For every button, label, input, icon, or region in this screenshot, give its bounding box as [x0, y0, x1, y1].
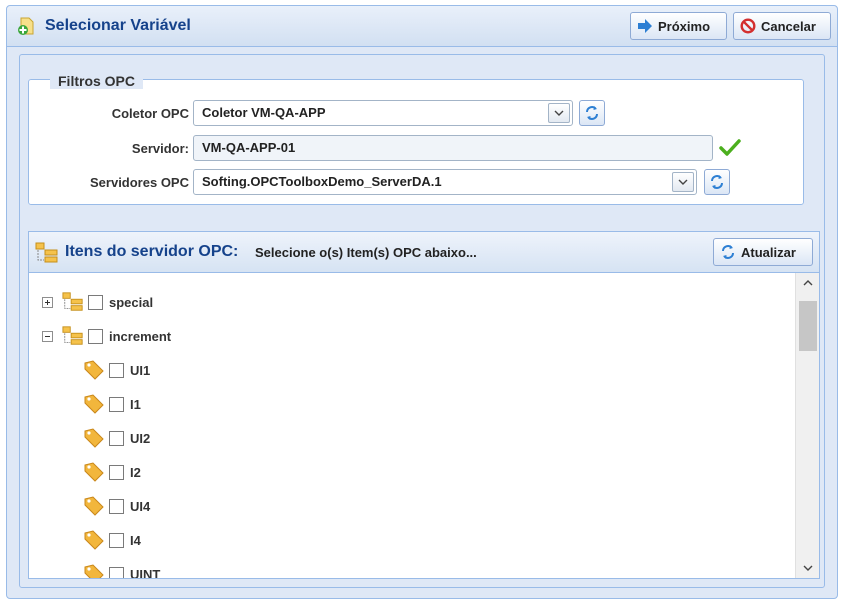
item-checkbox[interactable] — [88, 294, 103, 310]
next-button[interactable]: Próximo — [630, 12, 727, 40]
tree-item-row[interactable]: UI2 — [83, 423, 150, 453]
collector-combo[interactable]: Coletor VM-QA-APP — [193, 100, 573, 126]
opc-servers-value: Softing.OPCToolboxDemo_ServerDA.1 — [202, 174, 442, 189]
tag-icon — [84, 564, 104, 578]
opc-servers-combo[interactable]: Softing.OPCToolboxDemo_ServerDA.1 — [193, 169, 697, 195]
item-checkbox[interactable] — [109, 430, 124, 446]
tree-item-row[interactable]: I2 — [83, 457, 141, 487]
refresh-items-button[interactable]: Atualizar — [713, 238, 813, 266]
collector-label: Coletor OPC — [111, 106, 189, 121]
checkmark-icon — [719, 139, 741, 156]
item-checkbox[interactable] — [109, 396, 124, 412]
opc-servers-label: Servidores OPC — [90, 175, 189, 190]
refresh-icon — [586, 106, 598, 120]
filters-legend: Filtros OPC — [50, 73, 144, 89]
collector-dropdown-trigger[interactable] — [548, 103, 570, 123]
add-variable-icon — [18, 17, 34, 35]
chevron-down-icon — [554, 110, 564, 116]
item-checkbox[interactable] — [109, 566, 124, 578]
folder-tree-icon — [62, 292, 83, 311]
opc-items-panel-header: Itens do servidor OPC: Selecione o(s) It… — [29, 232, 819, 273]
collapse-icon[interactable] — [42, 330, 53, 342]
server-value: VM-QA-APP-01 — [202, 140, 296, 155]
collector-refresh-button[interactable] — [579, 100, 605, 126]
opc-filters-fieldset: Coletor OPC Coletor VM-QA-APP Servidor: … — [28, 79, 804, 205]
chevron-down-icon — [803, 565, 813, 571]
item-checkbox[interactable] — [109, 498, 124, 514]
opc-servers-refresh-button[interactable] — [704, 169, 730, 195]
scroll-up-button[interactable] — [796, 273, 820, 293]
refresh-items-label: Atualizar — [741, 244, 796, 260]
opc-items-title: Itens do servidor OPC: — [65, 243, 239, 260]
tree-item-label: UINT — [130, 566, 161, 579]
select-variable-window: Selecionar Variável Próximo Cancelar Col… — [6, 5, 838, 599]
tree-item-row[interactable]: UINT — [83, 559, 160, 578]
item-checkbox[interactable] — [109, 532, 124, 548]
arrow-right-icon — [638, 19, 652, 33]
tag-icon — [84, 360, 104, 380]
tree-item-label: UI4 — [130, 498, 151, 514]
scroll-down-button[interactable] — [796, 558, 820, 578]
cancel-button[interactable]: Cancelar — [733, 12, 831, 40]
item-checkbox[interactable] — [109, 362, 124, 378]
dialog-content: Coletor OPC Coletor VM-QA-APP Servidor: … — [19, 54, 825, 588]
tag-icon — [84, 394, 104, 414]
cancel-icon — [740, 18, 756, 34]
tree-item-row[interactable]: I4 — [83, 525, 141, 555]
item-checkbox[interactable] — [109, 464, 124, 480]
tree-folder-row[interactable]: increment — [42, 321, 171, 351]
tree-item-label: I4 — [130, 532, 141, 548]
chevron-down-icon — [678, 179, 688, 185]
tag-icon — [84, 530, 104, 550]
chevron-up-icon — [803, 280, 813, 286]
opc-items-tree: special increment UI1 I1 UI2 I2 UI4 I4 U… — [29, 273, 795, 578]
tag-icon — [84, 496, 104, 516]
tree-item-row[interactable]: UI1 — [83, 355, 150, 385]
tree-scrollbar[interactable] — [795, 273, 819, 578]
tree-folder-label: special — [109, 294, 154, 310]
tree-folder-label: increment — [109, 328, 172, 344]
opc-servers-dropdown-trigger[interactable] — [672, 172, 694, 192]
tag-icon — [84, 462, 104, 482]
folder-tree-icon — [62, 326, 83, 345]
folder-tree-icon — [35, 242, 58, 263]
cancel-button-label: Cancelar — [761, 18, 816, 34]
window-title: Selecionar Variável — [45, 17, 191, 34]
tree-item-label: I1 — [130, 396, 141, 412]
tag-icon — [84, 428, 104, 448]
tree-item-row[interactable]: UI4 — [83, 491, 150, 521]
server-label: Servidor: — [131, 141, 189, 156]
tree-folder-row[interactable]: special — [42, 287, 153, 317]
opc-items-panel: Itens do servidor OPC: Selecione o(s) It… — [28, 231, 820, 579]
tree-item-label: UI1 — [130, 362, 151, 378]
refresh-icon — [722, 245, 734, 259]
server-field: VM-QA-APP-01 — [193, 135, 713, 161]
tree-item-row[interactable]: I1 — [83, 389, 141, 419]
refresh-icon — [711, 175, 723, 189]
item-checkbox[interactable] — [88, 328, 103, 344]
tree-item-label: I2 — [130, 464, 141, 480]
scroll-thumb[interactable] — [799, 301, 817, 351]
expand-icon[interactable] — [42, 296, 53, 308]
opc-items-subtitle: Selecione o(s) Item(s) OPC abaixo... — [255, 245, 477, 260]
collector-value: Coletor VM-QA-APP — [202, 105, 326, 120]
window-titlebar: Selecionar Variável Próximo Cancelar — [7, 6, 837, 47]
next-button-label: Próximo — [658, 18, 711, 34]
tree-item-label: UI2 — [130, 430, 151, 446]
